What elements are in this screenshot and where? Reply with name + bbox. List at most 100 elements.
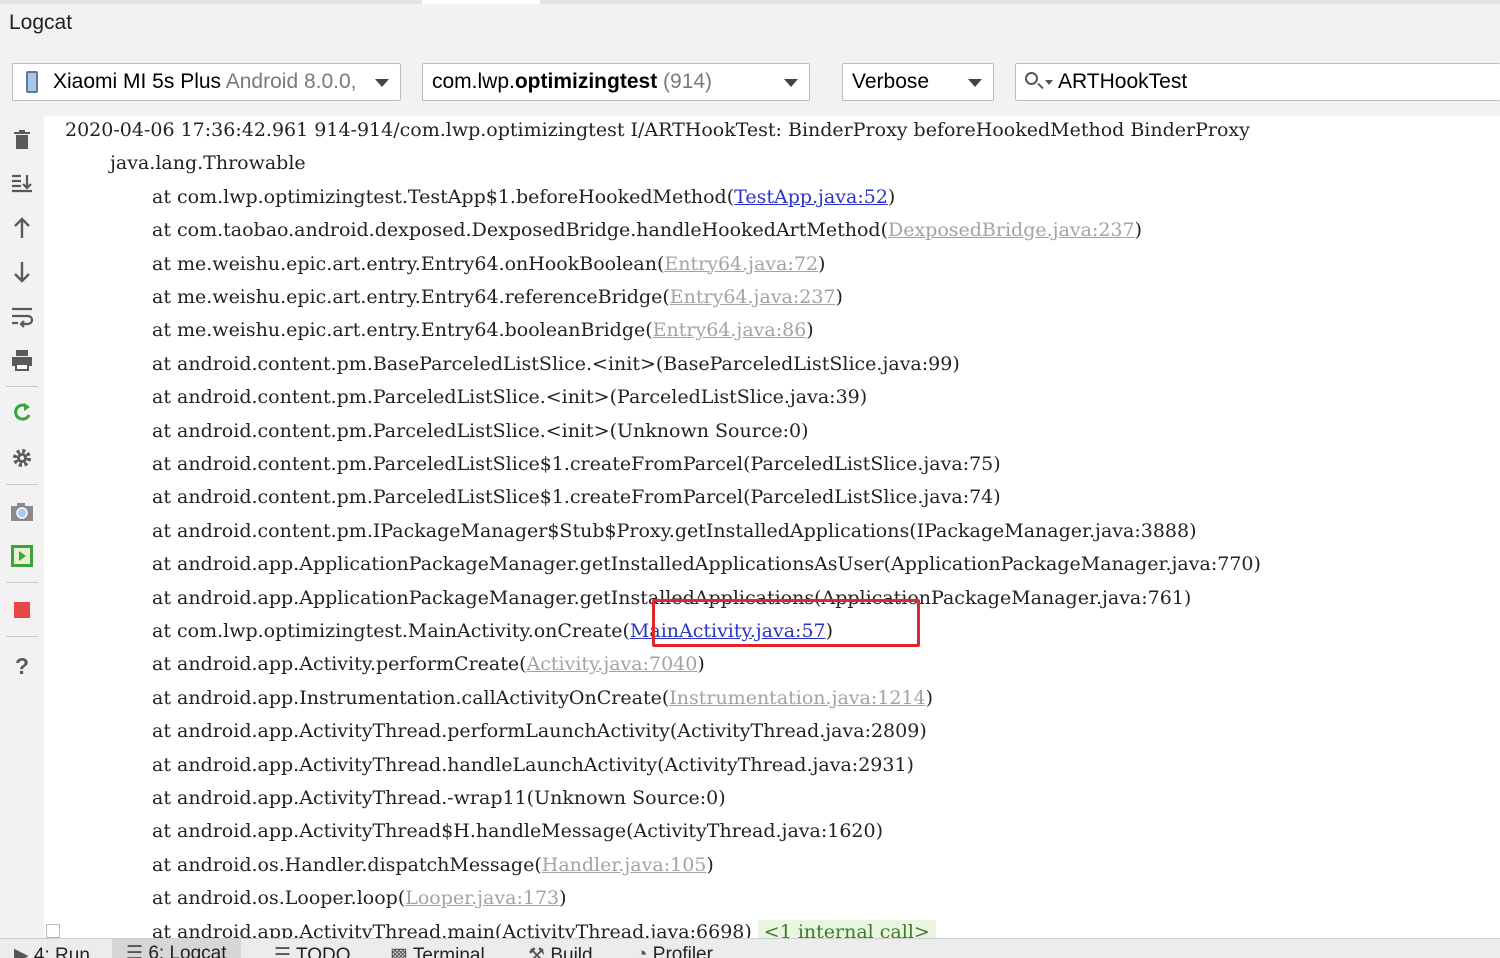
log-text: at com.lwp.optimizingtest.MainActivity.o… [152,620,630,642]
tab-profiler[interactable]: ◔ Profiler [636,944,713,958]
log-text: at android.os.Handler.dispatchMessage( [152,853,542,876]
log-line: at android.app.ActivityThread.main(Activ… [152,919,936,938]
source-link[interactable]: Handler.java:105 [542,854,707,876]
log-line: at android.app.Instrumentation.callActiv… [152,686,933,710]
log-text: at me.weishu.epic.art.entry.Entry64.bool… [152,319,653,342]
source-link[interactable]: Activity.java:7040 [527,653,698,675]
tab-logcat[interactable]: ☰ 6: Logcat [112,939,241,958]
run-icon: ▶ [14,945,29,958]
log-text-close: ) [806,319,814,342]
log-line: at android.app.ActivityThread.-wrap11(Un… [152,786,726,810]
tab-profiler-label: Profiler [652,944,713,958]
log-line: at android.app.ApplicationPackageManager… [152,552,1261,576]
log-line: at android.app.Activity.performCreate(Ac… [152,652,705,676]
log-line: at android.content.pm.ParceledListSlice.… [152,385,867,409]
sidebar-divider [6,386,38,387]
search-input[interactable]: ARTHookTest [1058,64,1187,100]
log-text: at android.app.ActivityThread$H.handleMe… [152,820,883,843]
source-link[interactable]: TestApp.java:52 [734,186,888,208]
log-line: java.lang.Throwable [110,151,306,175]
active-top-tab[interactable] [422,0,540,4]
log-text: at android.content.pm.ParceledListSlice$… [152,486,1001,509]
log-text-close: ) [559,887,567,910]
log-text: at android.os.Looper.loop( [152,887,406,910]
build-icon: ⚒ [528,945,546,958]
stop-icon[interactable] [8,596,36,624]
log-text: at android.content.pm.ParceledListSlice$… [152,453,1001,475]
log-level-selector[interactable]: Verbose [842,63,994,101]
chevron-down-icon [375,79,389,87]
log-text: java.lang.Throwable [110,152,306,175]
sidebar-divider [6,484,38,485]
device-name: Xiaomi MI 5s Plus [53,70,222,93]
sidebar-divider [6,582,38,583]
bottom-tool-window-bar: ▶ 4: Run ☰ 6: Logcat ☰ TODO ▩ Terminal ⚒… [0,938,1500,958]
source-link[interactable]: Entry64.java:237 [670,286,836,308]
device-detail: Android 8.0.0, [225,70,357,93]
down-arrow-icon[interactable] [8,258,36,286]
print-icon[interactable] [8,346,36,374]
source-link[interactable]: DexposedBridge.java:237 [888,219,1135,241]
chevron-down-icon [968,79,982,87]
help-icon[interactable]: ? [8,652,36,680]
process-pid: (914) [663,70,713,93]
terminal-icon: ▩ [390,945,408,958]
panel-title: Logcat [9,11,73,34]
tab-build[interactable]: ⚒ Build [528,944,593,958]
log-text: at android.content.pm.ParceledListSlice.… [152,419,809,442]
log-text-close: ) [1134,219,1143,242]
screenshot-icon[interactable] [8,498,36,526]
log-line: 2020-04-06 17:36:42.961 914-914/com.lwp.… [65,118,1250,142]
log-text: at android.app.ActivityThread.performLau… [152,720,927,743]
internal-call-badge[interactable]: <1 internal call> [757,919,936,938]
search-icon [1025,72,1038,85]
screen-record-icon[interactable] [8,542,36,570]
log-text-close: ) [887,185,896,208]
log-text: at android.app.Activity.performCreate( [152,653,527,676]
tab-logcat-label: 6: Logcat [148,943,227,958]
settings-icon[interactable] [8,444,36,472]
highlight-box [652,599,920,647]
tab-build-label: Build [550,945,593,958]
restart-icon[interactable] [8,400,36,428]
scroll-to-end-icon[interactable] [8,170,36,198]
source-link[interactable]: Instrumentation.java:1214 [669,687,925,709]
trash-icon[interactable] [8,126,36,154]
source-link[interactable]: Looper.java:173 [405,887,559,909]
search-field[interactable]: ARTHookTest [1015,63,1500,101]
tab-terminal[interactable]: ▩ Terminal [390,944,485,958]
fold-expand-icon[interactable] [46,924,60,938]
log-line: at android.content.pm.ParceledListSlice$… [152,485,1001,509]
device-label: Xiaomi MI 5s Plus Android 8.0.0, [53,64,357,100]
source-link[interactable]: Entry64.java:86 [653,319,807,341]
tab-run[interactable]: ▶ 4: Run [14,944,90,958]
top-tab-strip [0,0,1500,4]
log-text-close: ) [697,653,705,676]
log-line: at me.weishu.epic.art.entry.Entry64.onHo… [152,252,825,276]
device-selector[interactable]: Xiaomi MI 5s Plus Android 8.0.0, [12,63,401,101]
tab-todo[interactable]: ☰ TODO [274,944,351,958]
todo-icon: ☰ [274,945,292,958]
phone-icon [26,71,38,93]
log-line: at android.os.Handler.dispatchMessage(Ha… [152,853,714,877]
source-link[interactable]: Entry64.java:72 [664,253,818,275]
log-text-close: ) [818,252,826,275]
soft-wrap-icon[interactable] [8,302,36,330]
log-text-close: ) [835,286,843,308]
logcat-output[interactable]: 2020-04-06 17:36:42.961 914-914/com.lwp.… [44,116,1500,938]
tab-todo-label: TODO [295,945,351,958]
process-selector[interactable]: com.lwp.optimizingtest (914) [422,63,810,101]
log-text: at android.app.Instrumentation.callActiv… [152,686,670,709]
log-line: at android.content.pm.IPackageManager$St… [152,519,1197,543]
search-history-caret-icon[interactable] [1045,80,1053,85]
log-line: at me.weishu.epic.art.entry.Entry64.bool… [152,318,814,342]
chevron-down-icon [784,79,798,87]
log-text-close: ) [706,853,714,876]
log-text: at android.content.pm.BaseParceledListSl… [152,352,960,375]
log-line: at android.app.ActivityThread.performLau… [152,719,927,743]
process-prefix: com.lwp. [432,70,515,93]
log-line: at me.weishu.epic.art.entry.Entry64.refe… [152,285,843,309]
log-line: at android.content.pm.BaseParceledListSl… [152,352,960,376]
up-arrow-icon[interactable] [8,214,36,242]
log-text: at android.app.ActivityThread.main(Activ… [152,920,752,938]
